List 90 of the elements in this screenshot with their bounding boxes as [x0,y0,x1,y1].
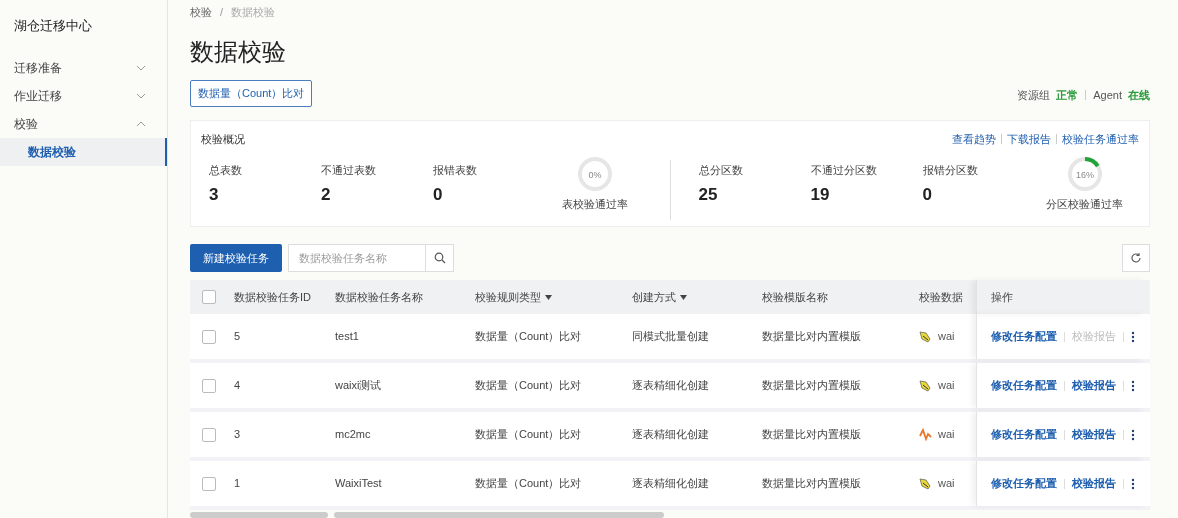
more-icon[interactable] [1131,428,1135,441]
sidebar-item[interactable]: 数据校验 [0,137,167,166]
checkbox[interactable] [202,378,216,393]
rule-tab[interactable]: 数据量（Count）比对 [190,80,313,107]
link[interactable]: 校验报告 [1072,377,1116,394]
more-icon[interactable] [1131,379,1135,392]
link[interactable]: 校验报告 [1072,475,1116,492]
table-cell: 3 [234,428,241,441]
table-cell: 逐表精细化创建 [632,477,709,490]
sort-caret-icon[interactable] [545,294,552,300]
table-cell: mc2mc [335,428,371,441]
table-cell: 同模式批量创建 [632,330,709,343]
table-cell: test1 [335,330,359,343]
table-cell: 数据量比对内置模版 [762,477,861,490]
table-cell-text: wai [938,378,955,394]
breadcrumb-separator: / [220,4,224,20]
status-value: 在线 [1128,87,1150,103]
table-cell: 数据量（Count）比对 [475,428,582,441]
table-cell: 数据量（Count）比对 [475,379,582,392]
refresh-button[interactable] [1122,244,1150,272]
column-header: 校验模版名称 [762,289,828,305]
stat-label: 报错表数 [433,162,478,178]
link[interactable]: 校验任务通过率 [1062,131,1139,148]
checkbox[interactable] [202,290,216,304]
section-title: 校验概况 [201,132,245,147]
more-icon[interactable] [1131,330,1135,343]
stat-label: 不通过表数 [321,162,377,178]
sidebar-item[interactable]: 迁移准备 [0,53,167,82]
table-cell-text: wai [938,427,955,443]
link[interactable]: 校验报告 [1072,426,1116,443]
table-cell: 数据量比对内置模版 [762,330,861,343]
table-cell: 数据量（Count）比对 [475,477,582,490]
table-cell: 数据量（Count）比对 [475,330,582,343]
refresh-icon[interactable] [1130,252,1142,264]
create-task-button[interactable]: 新建校验任务 [190,244,282,272]
column-header: 数据校验任务名称 [335,289,423,305]
column-header: 操作 [991,289,1013,305]
table-cell: 4 [234,379,241,392]
link[interactable]: 修改任务配置 [991,328,1057,345]
column-header: 校验规则类型 [475,289,541,305]
search-field[interactable]: 数据校验任务名称 [288,244,426,272]
status-label: Agent [1093,87,1122,103]
page-title: 数据校验 [190,37,287,67]
column-header: 数据校验任务ID [234,289,311,305]
stat-label: 报错分区数 [922,162,979,178]
stat-label: 不通过分区数 [810,162,878,178]
column-header: 创建方式 [632,289,676,305]
scrollbar-thumb[interactable] [190,512,328,518]
checkbox[interactable] [202,329,216,344]
more-icon[interactable] [1131,477,1135,490]
link[interactable]: 修改任务配置 [991,426,1057,443]
status-label: 资源组 [1017,87,1051,103]
app-title: 湖仓迁移中心 [13,17,93,35]
checkbox[interactable] [202,427,216,442]
stat-label: 总表数 [209,162,243,178]
table-cell-text: wai [938,329,955,345]
stat-value: 0 [433,184,444,206]
column-header: 校验数据 [919,289,963,305]
table-cell: 5 [234,330,241,343]
stat-value: 25 [698,184,719,206]
checkbox[interactable] [202,476,216,491]
status-value: 正常 [1056,87,1079,103]
sidebar-item[interactable]: 校验 [0,109,167,138]
table-cell: 逐表精细化创建 [632,379,709,392]
stat-value: 19 [810,184,831,206]
link[interactable]: 修改任务配置 [991,475,1057,492]
table-cell: 数据量比对内置模版 [762,428,861,441]
stat-label: 总分区数 [698,162,744,178]
table-cell: 逐表精细化创建 [632,428,709,441]
link[interactable]: 查看趋势 [952,131,996,148]
stat-value: 2 [321,184,332,206]
sort-caret-icon[interactable] [680,294,687,300]
link[interactable]: 修改任务配置 [991,377,1057,394]
breadcrumb-item: 数据校验 [231,4,276,20]
search-button[interactable] [426,244,454,272]
breadcrumb-item[interactable]: 校验 [190,3,212,21]
table-cell-text: wai [938,476,955,492]
table-cell: 数据量比对内置模版 [762,379,861,392]
link[interactable]: 下载报告 [1007,131,1051,148]
zigzag-icon [919,428,932,441]
sidebar-item[interactable]: 作业迁移 [0,81,167,110]
search-icon[interactable] [433,252,446,264]
ring-label: 表校验通过率 [562,196,628,212]
table-cell: 1 [234,477,241,490]
table-cell: waixi测试 [335,379,382,392]
ring-label: 分区校验通过率 [1046,196,1123,212]
stat-value: 0 [922,184,933,206]
stat-value: 3 [209,184,220,206]
scrollbar-thumb[interactable] [334,512,664,518]
table-cell: WaixiTest [335,477,382,490]
